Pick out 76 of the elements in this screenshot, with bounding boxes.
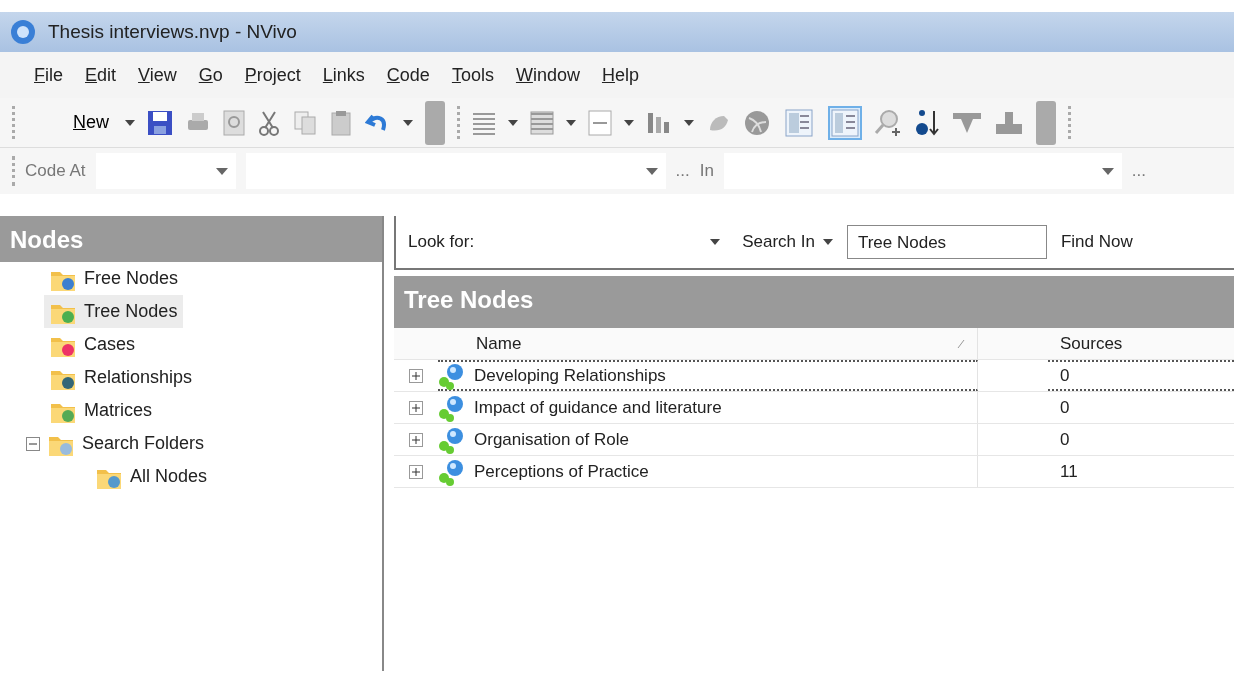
sidebar-item[interactable]: Search Folders (20, 427, 211, 460)
menu-item[interactable]: View (138, 61, 177, 89)
code-at-label: Code At (25, 160, 86, 183)
globe-icon[interactable] (744, 109, 770, 136)
zoom-in-icon[interactable] (874, 108, 902, 137)
collapse-icon[interactable] (26, 436, 40, 451)
toolbar-overflow-button[interactable] (1036, 100, 1056, 145)
menu-item[interactable]: Code (386, 61, 430, 89)
node-name[interactable]: Impact of guidance and literature (474, 394, 722, 421)
sidebar-item[interactable]: Tree Nodes (44, 295, 184, 328)
find-now-button[interactable]: Find Now (1060, 229, 1133, 255)
node-icon (438, 361, 466, 390)
app-logo-icon (10, 19, 36, 45)
sort-icon[interactable] (914, 108, 940, 137)
list-icon[interactable] (530, 109, 554, 136)
menu-item[interactable]: File (34, 61, 63, 89)
menu-item[interactable]: Tools (451, 61, 494, 89)
browse-button[interactable]: ... (675, 158, 690, 184)
dropdown-caret-icon (1101, 167, 1114, 175)
search-in-button[interactable]: Search In (742, 229, 833, 255)
menu-item[interactable]: Links (322, 61, 365, 89)
column-header[interactable]: Name (438, 330, 522, 357)
panel-icon (831, 108, 859, 137)
dropdown-caret-icon (215, 167, 228, 175)
new-button[interactable]: New (27, 109, 113, 136)
sidebar-item[interactable]: Matrices (44, 394, 158, 427)
sources-count: 0 (1060, 429, 1070, 449)
window-title: Thesis interviews.nvp - NVivo (48, 19, 297, 44)
copy-icon[interactable] (293, 109, 317, 136)
dropdown-caret-icon (822, 239, 833, 245)
detail-view-button[interactable] (828, 105, 862, 140)
search-scope-field[interactable]: Tree Nodes (846, 225, 1047, 259)
dropdown-caret-icon[interactable] (403, 119, 413, 126)
sources-count: 0 (1060, 364, 1070, 387)
menu-item[interactable]: Project (244, 61, 301, 89)
dropdown-caret-icon[interactable] (684, 119, 694, 126)
dropdown-caret-icon[interactable] (566, 119, 576, 126)
browse-button[interactable]: ... (1131, 158, 1147, 184)
sidebar-item[interactable]: Cases (44, 328, 142, 361)
expand-icon[interactable] (409, 368, 423, 383)
dropdown-caret-icon[interactable] (624, 119, 634, 126)
menu-item[interactable]: Window (515, 61, 580, 89)
menu-item[interactable]: Go (198, 61, 223, 89)
node-icon (438, 393, 466, 422)
in-label: In (699, 160, 714, 183)
column-header[interactable]: Sources (1060, 333, 1123, 353)
sources-count: 0 (1060, 397, 1070, 417)
sidebar-item[interactable]: Relationships (44, 361, 199, 394)
panel-title: Nodes (0, 216, 382, 262)
sidebar-item[interactable]: Free Nodes (44, 262, 185, 295)
list-title: Tree Nodes (394, 276, 1234, 328)
node-icon (438, 457, 466, 486)
panel-icon (785, 108, 813, 137)
sidebar-item[interactable]: All Nodes (90, 460, 214, 493)
preview-icon[interactable] (223, 109, 245, 136)
sources-count: 11 (1060, 461, 1078, 481)
menu-item[interactable]: Help (601, 61, 639, 89)
dropdown-caret-icon[interactable] (508, 119, 518, 126)
toolbar-overflow-button[interactable] (425, 100, 445, 145)
menu-item[interactable]: Edit (85, 61, 117, 89)
expand-icon[interactable] (409, 432, 423, 447)
node-name[interactable]: Perceptions of Practice (474, 458, 649, 485)
node-name[interactable]: Organisation of Role (474, 426, 629, 453)
expand-icon[interactable] (409, 464, 423, 479)
node-icon (438, 425, 466, 454)
cut-icon[interactable] (257, 109, 281, 136)
dropdown-caret-icon (710, 239, 721, 245)
save-icon[interactable] (147, 109, 173, 136)
paste-icon[interactable] (329, 109, 353, 136)
node-dropdown[interactable] (245, 153, 666, 189)
sort-indicator-icon (957, 338, 965, 349)
dropdown-caret-icon[interactable] (125, 119, 135, 126)
look-for-label: Look for: (408, 231, 475, 254)
expand-icon[interactable] (409, 400, 423, 415)
stamp-icon[interactable] (994, 109, 1024, 136)
dropdown-caret-icon (645, 167, 658, 175)
